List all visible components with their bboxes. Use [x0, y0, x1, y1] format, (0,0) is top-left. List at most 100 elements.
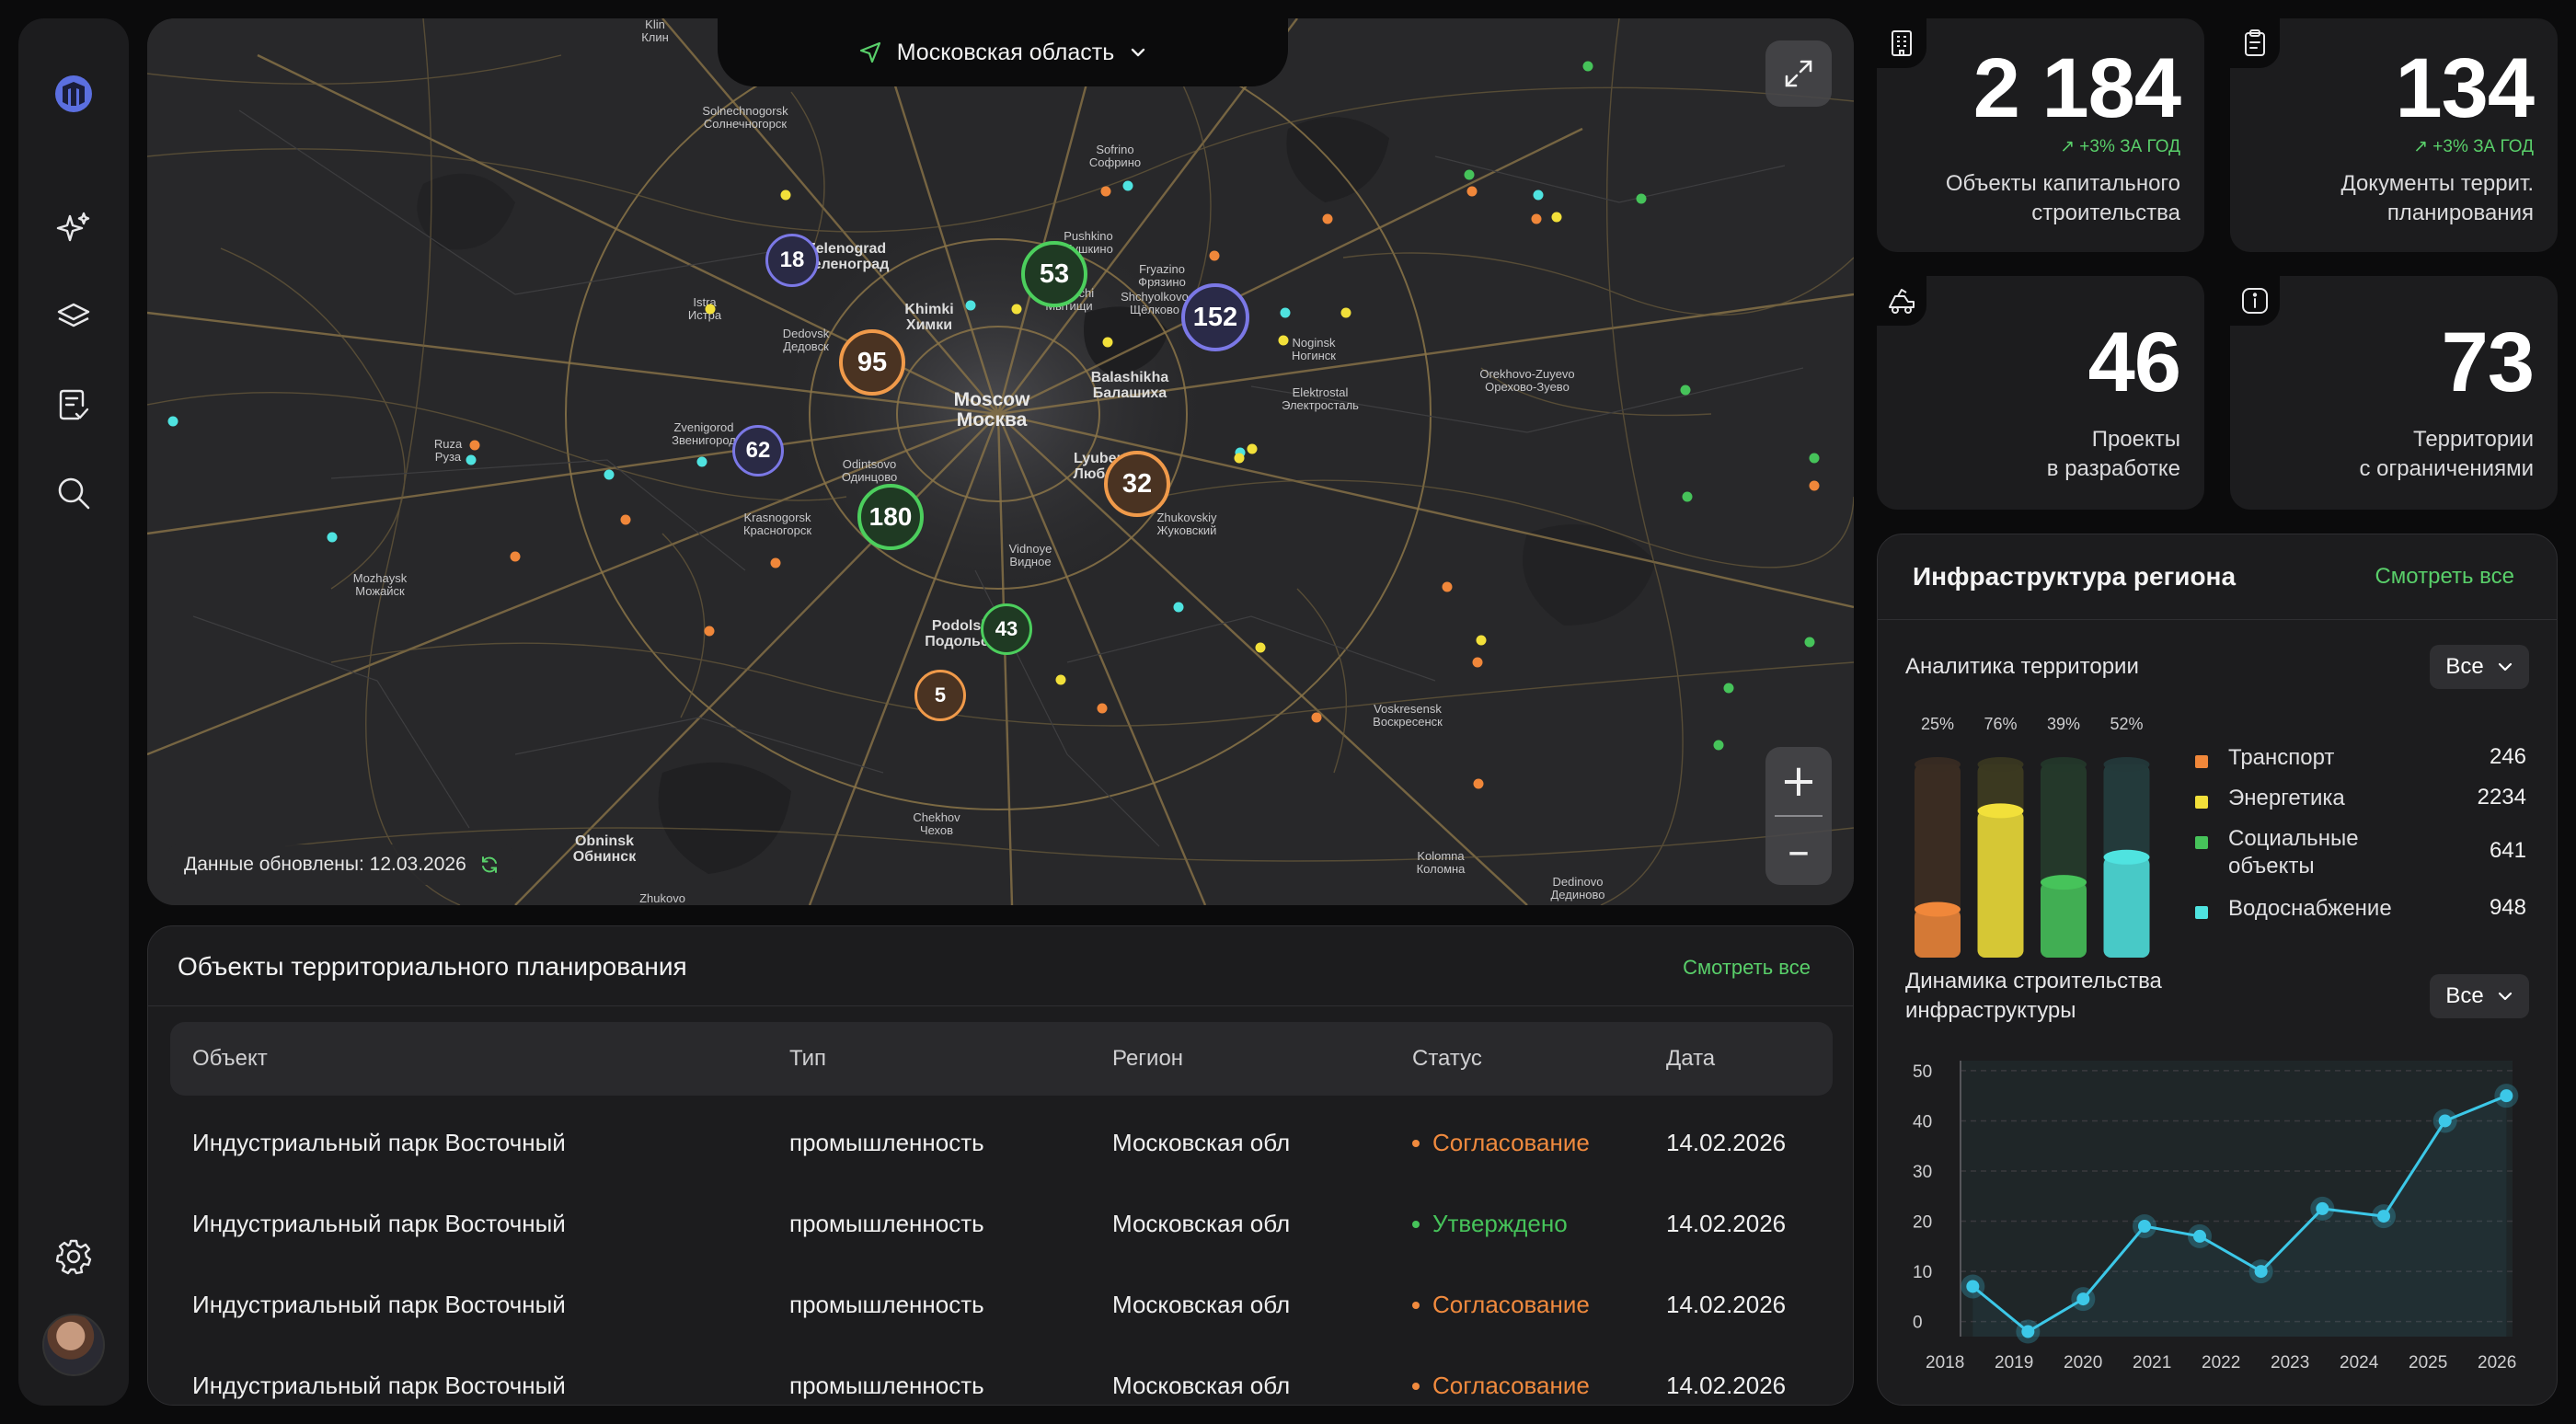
map-point[interactable] [1582, 61, 1593, 72]
map-point[interactable] [1055, 674, 1066, 685]
map-point[interactable] [1100, 186, 1111, 197]
view-all-link[interactable]: Смотреть все [2375, 564, 2514, 590]
map-point[interactable] [1311, 712, 1322, 723]
map-point[interactable] [1322, 213, 1333, 224]
map-point[interactable] [1809, 480, 1820, 491]
stat-card[interactable]: 134 ↗ +3% ЗА ГОД Документы террит. планиров… [2230, 18, 2558, 252]
map-point[interactable] [1473, 778, 1484, 789]
legend-item[interactable]: Энергетика 2234 [2195, 785, 2526, 821]
map-point[interactable] [965, 300, 976, 311]
map-cluster[interactable]: 18 [765, 234, 819, 287]
data-point[interactable] [2500, 1089, 2513, 1103]
map-point[interactable] [604, 469, 615, 480]
map-point[interactable] [1723, 683, 1734, 694]
data-point[interactable] [2316, 1201, 2329, 1215]
zoom-in-button[interactable]: + [1765, 747, 1832, 815]
stat-card[interactable]: 46 Проекты в разработке [1877, 276, 2204, 510]
map-cluster[interactable]: 62 [732, 425, 784, 477]
map-cluster[interactable]: 43 [981, 603, 1032, 655]
map-cluster[interactable]: 5 [914, 670, 966, 721]
document-check-icon[interactable] [46, 377, 101, 432]
map-cluster[interactable]: 32 [1104, 451, 1170, 517]
map-point[interactable] [1247, 443, 1258, 454]
map-point[interactable] [696, 456, 707, 467]
legend-item[interactable]: Социальные объекты 641 [2195, 825, 2526, 879]
legend-item[interactable]: Водоснабжение 948 [2195, 895, 2526, 932]
map-point[interactable] [1234, 453, 1245, 464]
region-selector[interactable]: Московская область [718, 18, 1288, 86]
map-point[interactable] [1809, 453, 1820, 464]
map-point[interactable] [1682, 491, 1693, 502]
map-point[interactable] [1011, 304, 1022, 315]
data-point[interactable] [2254, 1265, 2268, 1279]
map-point[interactable] [620, 514, 631, 525]
map-point[interactable] [1340, 307, 1351, 318]
fullscreen-button[interactable] [1765, 40, 1832, 107]
map-point[interactable] [1472, 657, 1483, 668]
map-point[interactable] [1102, 337, 1113, 348]
map-point[interactable] [1680, 385, 1691, 396]
map-point[interactable] [1804, 637, 1815, 648]
table-row[interactable]: Индустриальный парк Восточный промышленно… [170, 1344, 1833, 1405]
map-point[interactable] [1533, 189, 1544, 201]
column-header-date[interactable]: Дата [1666, 1046, 1715, 1072]
map-point[interactable] [1551, 212, 1562, 223]
map-point[interactable] [1255, 642, 1266, 653]
map-cluster[interactable]: 180 [857, 484, 924, 550]
map-point[interactable] [167, 416, 178, 427]
data-point[interactable] [2377, 1210, 2390, 1223]
map-point[interactable] [1209, 250, 1220, 261]
analytics-filter-select[interactable]: Все [2430, 645, 2529, 689]
data-point[interactable] [1966, 1280, 1980, 1293]
table-row[interactable]: Индустриальный парк Восточный промышленно… [170, 1263, 1833, 1344]
view-all-link[interactable]: Смотреть все [1683, 956, 1811, 980]
data-point[interactable] [2021, 1325, 2035, 1338]
map-cluster[interactable]: 53 [1021, 241, 1087, 307]
map-point[interactable] [1476, 635, 1487, 646]
data-point[interactable] [2138, 1220, 2151, 1233]
layers-icon[interactable] [46, 289, 101, 344]
settings-gear-icon[interactable] [46, 1229, 101, 1284]
column-header-object[interactable]: Объект [192, 1046, 268, 1072]
table-row[interactable]: Индустриальный парк Восточный промышленно… [170, 1182, 1833, 1263]
data-point[interactable] [2438, 1114, 2452, 1128]
column-header-status[interactable]: Статус [1412, 1046, 1482, 1072]
data-point[interactable] [2193, 1229, 2206, 1243]
user-avatar[interactable] [42, 1314, 105, 1376]
column-header-region[interactable]: Регион [1112, 1046, 1183, 1072]
map-point[interactable] [1173, 602, 1184, 613]
map-point[interactable] [1278, 335, 1289, 346]
construction-dynamics-chart[interactable]: 0 10 20 30 40 50 2018 2019 2020 2021 2022 2023 2024 2… [1878, 1050, 2558, 1381]
map-point[interactable] [1531, 213, 1542, 224]
map-point[interactable] [469, 440, 480, 451]
stat-card[interactable]: 73 Территории с ограничениями [2230, 276, 2558, 510]
map-point[interactable] [1466, 186, 1478, 197]
stat-card[interactable]: 2 184 ↗ +3% ЗА ГОД Объекты капитального стр… [1877, 18, 2204, 252]
bar[interactable] [2103, 856, 2150, 958]
map-point[interactable] [1636, 193, 1647, 204]
refresh-icon[interactable] [479, 855, 500, 875]
map-point[interactable] [704, 626, 715, 637]
map-point[interactable] [1280, 307, 1291, 318]
logo-icon[interactable] [46, 66, 101, 121]
map-point[interactable] [1122, 180, 1133, 191]
territory-analytics-chart[interactable] [1905, 746, 2181, 967]
map-point[interactable] [466, 454, 477, 465]
map-point[interactable] [1464, 169, 1475, 180]
map-point[interactable] [1097, 703, 1108, 714]
map-point[interactable] [705, 304, 716, 315]
map-point[interactable] [1442, 581, 1453, 592]
map-point[interactable] [770, 557, 781, 568]
map-point[interactable] [780, 189, 791, 201]
sparkles-icon[interactable] [46, 201, 101, 256]
table-row[interactable]: Индустриальный парк Восточный промышленно… [170, 1101, 1833, 1182]
map-point[interactable] [1713, 740, 1724, 751]
bar[interactable] [1977, 810, 2024, 958]
bar[interactable] [2041, 882, 2087, 958]
region-map[interactable]: Moscow Москва Khimki Химки Balashikha Балаш… [147, 18, 1854, 905]
map-cluster[interactable]: 95 [839, 329, 905, 396]
column-header-type[interactable]: Тип [789, 1046, 826, 1072]
map-point[interactable] [510, 551, 521, 562]
search-icon[interactable] [46, 465, 101, 521]
map-point[interactable] [327, 532, 338, 543]
